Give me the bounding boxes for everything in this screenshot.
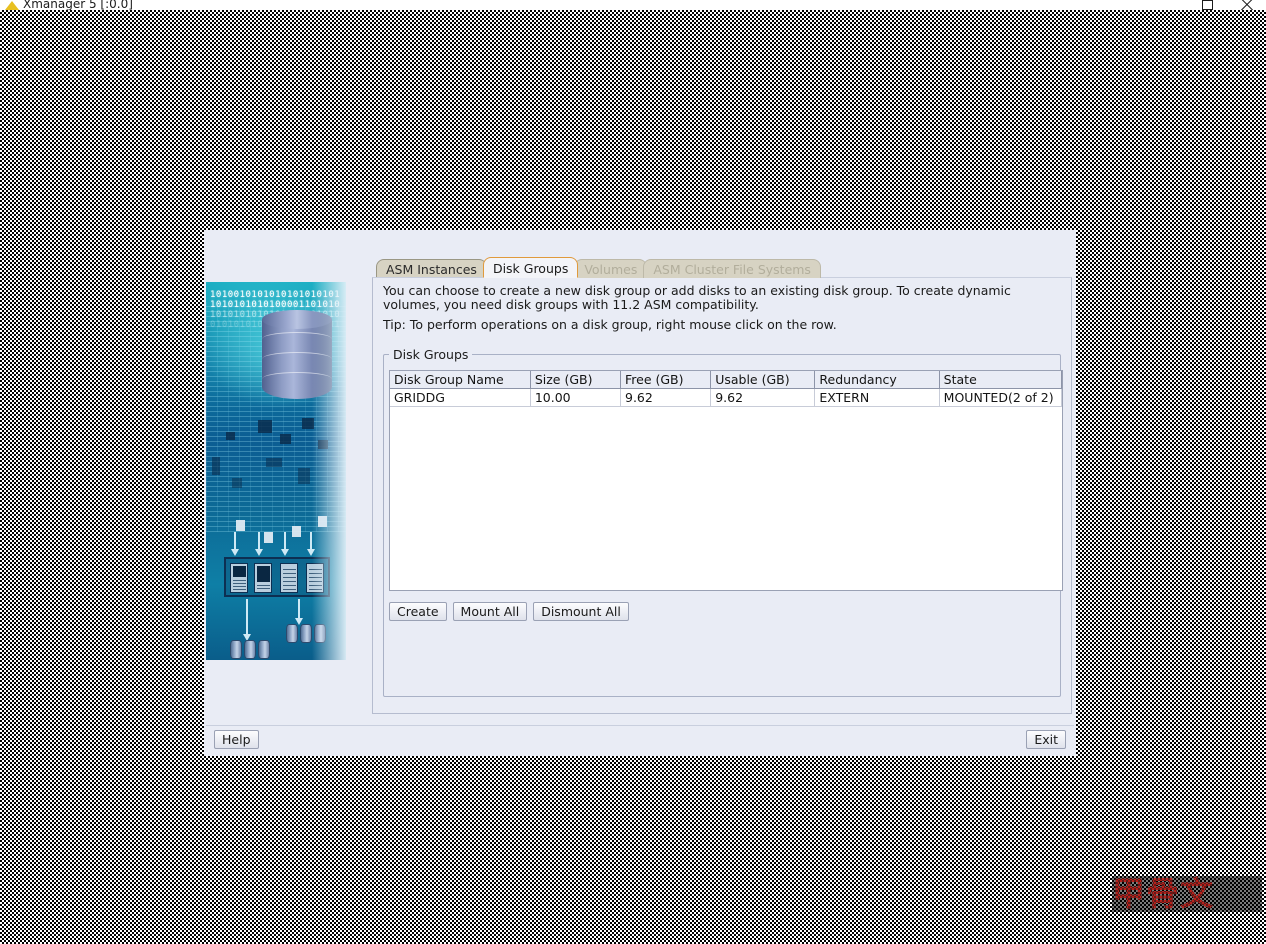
help-button[interactable]: Help [214,730,259,749]
column-header-size-gb[interactable]: Size (GB) [530,371,622,389]
cell-free-gb: 9.62 [620,388,712,407]
watermark-text: 甲骨文 [1112,876,1214,912]
tab-disk-groups[interactable]: Disk Groups [482,257,579,278]
tab-volumes-label: Volumes [584,262,638,277]
exit-button[interactable]: Exit [1026,730,1066,749]
tab-volumes: Volumes [574,259,648,278]
window-titlebar: Xmanager 5 [:0.0] [0,0,1266,10]
column-header-free-gb[interactable]: Free (GB) [620,371,712,389]
window-controls [1200,0,1266,10]
cell-redundancy: EXTERN [814,388,940,407]
disk-stack [244,640,256,659]
disk-stack [300,624,312,643]
column-header-state[interactable]: State [939,371,1062,389]
disk-groups-panel: You can choose to create a new disk grou… [372,277,1072,714]
disk-stack [230,640,242,659]
cell-usable-gb: 9.62 [710,388,816,407]
window-title: Xmanager 5 [:0.0] [23,0,133,10]
column-header-usable-gb[interactable]: Usable (GB) [710,371,816,389]
dismount-all-button[interactable]: Dismount All [533,602,629,621]
column-header-redundancy[interactable]: Redundancy [814,371,940,389]
watermark: 甲骨文 [1112,876,1262,912]
dialog-footer: Help Exit [206,725,1074,755]
tab-asm-instances-label: ASM Instances [386,262,477,277]
cell-disk-group-name: GRIDDG [390,388,531,407]
disk-groups-groupbox-label: Disk Groups [389,347,473,362]
tab-asm-instances[interactable]: ASM Instances [376,259,487,278]
disk-group-action-buttons: Create Mount All Dismount All [389,602,629,621]
panel-tip: Tip: To perform operations on a disk gro… [383,317,837,332]
create-button[interactable]: Create [389,602,447,621]
close-window-icon[interactable] [1238,0,1256,10]
tab-disk-groups-label: Disk Groups [492,261,569,276]
restore-window-icon[interactable] [1200,0,1218,10]
disk-stack [286,624,298,643]
table-header-row: Disk Group Name Size (GB) Free (GB) Usab… [390,371,1062,389]
tab-asm-cluster-file-systems-label: ASM Cluster File Systems [653,262,811,277]
table-row[interactable]: GRIDDG 10.00 9.62 9.62 EXTERN MOUNTED(2 … [390,388,1062,407]
tab-asm-cluster-file-systems: ASM Cluster File Systems [643,259,821,278]
cell-size-gb: 10.00 [530,388,622,407]
cell-state: MOUNTED(2 of 2) [939,388,1062,407]
tab-strip: ASM Instances Disk Groups Volumes ASM Cl… [376,257,821,278]
desktop-background: Xmanager 5 [:0.0] 1010010101010101010101… [0,0,1266,944]
asm-configuration-dialog: 1010010101010101010101 10101010101000011… [204,230,1076,756]
column-header-disk-group-name[interactable]: Disk Group Name [390,371,531,389]
disk-groups-table[interactable]: Disk Group Name Size (GB) Free (GB) Usab… [389,370,1063,591]
panel-description: You can choose to create a new disk grou… [383,283,1011,312]
xmanager-icon [5,0,19,10]
disk-stack [258,640,270,659]
mount-all-button[interactable]: Mount All [452,602,528,621]
oracle-asm-banner-graphic: 1010010101010101010101 10101010101000011… [206,282,346,660]
